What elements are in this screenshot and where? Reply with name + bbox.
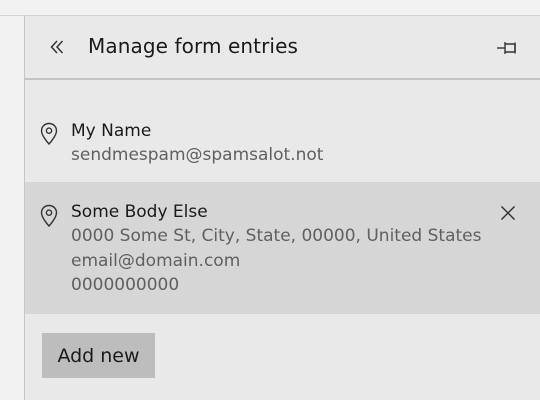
pin-icon [497, 42, 516, 54]
form-entry-item-selected[interactable]: Some Body Else 0000 Some St, City, State… [25, 182, 540, 314]
panel-header: Manage form entries [25, 16, 540, 80]
entry-phone: 0000000000 [71, 275, 180, 295]
entry-name: My Name [71, 121, 152, 141]
background-divider [0, 15, 24, 16]
entry-detail: sendmespam@spamsalot.not [71, 145, 324, 165]
pin-button[interactable] [495, 37, 521, 59]
remove-entry-button[interactable] [497, 202, 519, 224]
location-pin-icon [40, 122, 58, 146]
close-icon [500, 205, 516, 221]
entry-email: email@domain.com [71, 250, 241, 271]
back-button[interactable] [45, 35, 69, 59]
form-entries-panel: Manage form entries My Name sendmespam@s… [24, 15, 540, 400]
add-new-button[interactable]: Add new [42, 333, 155, 378]
entry-address: 0000 Some St, City, State, 00000, United… [71, 226, 482, 246]
location-pin-icon [40, 204, 58, 228]
form-entry-item[interactable]: My Name sendmespam@spamsalot.not [25, 107, 540, 183]
entry-text: Some Body Else 0000 Some St, City, State… [71, 200, 481, 298]
double-chevron-left-icon [50, 40, 64, 54]
entry-name: Some Body Else [71, 202, 208, 222]
background-strip [0, 0, 24, 400]
entry-text: My Name sendmespam@spamsalot.not [71, 119, 323, 168]
panel-title: Manage form entries [88, 34, 299, 58]
